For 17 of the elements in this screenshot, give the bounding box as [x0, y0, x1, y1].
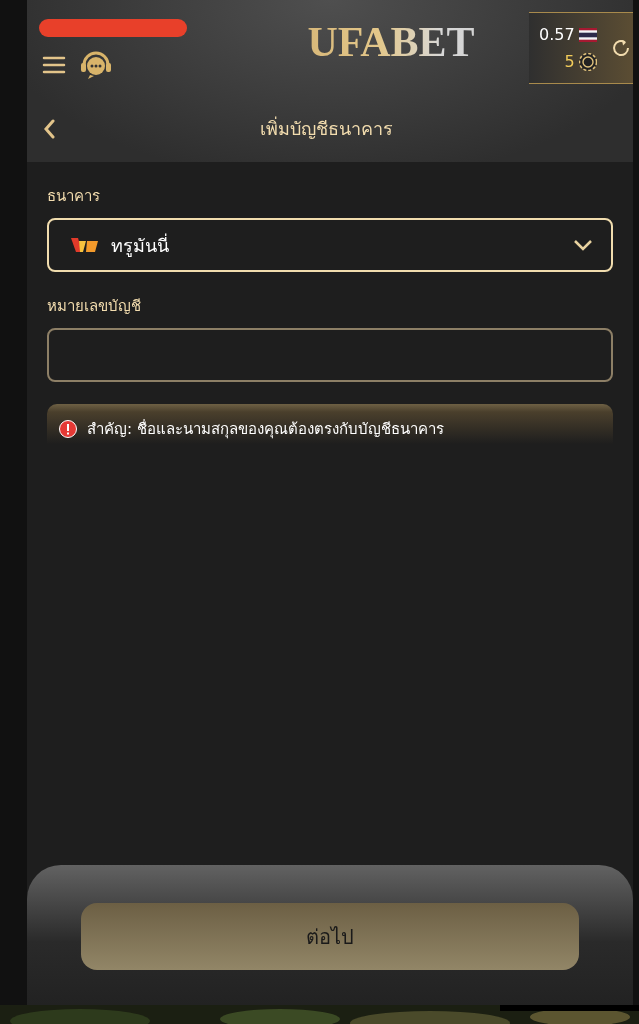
account-number-label: หมายเลขบัญชี	[47, 296, 142, 317]
bank-label: ธนาคาร	[47, 186, 101, 207]
page-title: เพิ่มบัญชีธนาคาร	[258, 115, 394, 141]
balance-amount: 0.57	[539, 25, 575, 44]
flag-icon	[578, 27, 597, 42]
chip-icon	[578, 52, 597, 71]
support-chat-icon[interactable]	[78, 49, 114, 81]
menu-icon[interactable]	[42, 56, 66, 74]
warning-icon	[59, 420, 77, 438]
bank-select[interactable]: ทรูมันนี่	[47, 218, 613, 272]
back-icon[interactable]	[43, 118, 55, 139]
points-amount: 5	[564, 52, 575, 71]
account-number-field[interactable]	[47, 328, 613, 382]
refresh-icon[interactable]	[610, 38, 631, 58]
chevron-down-icon	[573, 239, 593, 251]
notice-text: สำคัญ: ชื่อและนามสกุลของคุณต้องตรงกับบัญชีธนาคาร	[87, 418, 444, 441]
bank-logo-icon	[71, 237, 99, 253]
